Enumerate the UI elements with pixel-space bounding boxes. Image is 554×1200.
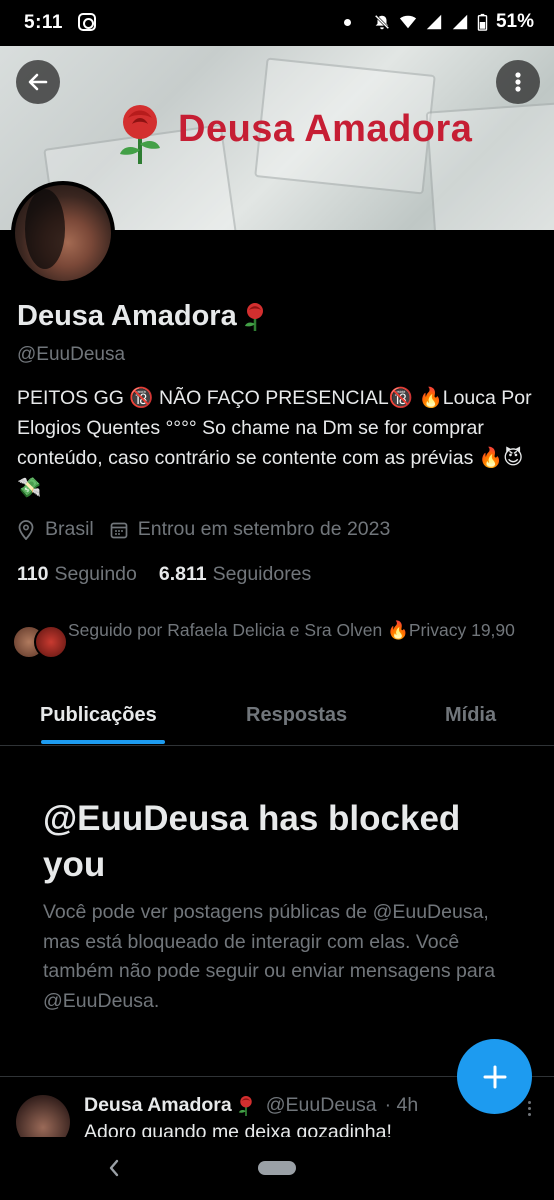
back-button[interactable] <box>16 60 60 104</box>
arrow-left-icon <box>28 73 48 91</box>
more-options-button[interactable] <box>496 60 540 104</box>
rose-icon <box>238 1095 252 1116</box>
avatar <box>34 625 68 659</box>
signal-icon-2 <box>452 14 468 30</box>
followers-label: Seguidores <box>212 563 312 585</box>
followed-by[interactable]: Seguido por Rafaela Delicia e Sra Olven … <box>12 617 538 661</box>
nav-home-pill[interactable] <box>258 1161 296 1175</box>
location-pin-icon <box>18 519 34 540</box>
mute-icon <box>374 14 390 30</box>
avatar <box>16 1095 70 1137</box>
followed-by-text: Seguido por Rafaela Delicia e Sra Olven … <box>68 620 515 640</box>
system-nav-bar <box>0 1137 554 1200</box>
battery-percent: 51% <box>495 11 534 32</box>
followers-count: 6.811 <box>158 563 207 585</box>
tab-respostas[interactable]: Respostas <box>246 704 347 727</box>
rose-icon <box>244 302 263 331</box>
wifi-icon <box>399 15 417 29</box>
profile-bio: PEITOS GG 🔞 NÃO FAÇO PRESENCIAL🔞 🔥Louca … <box>17 387 532 499</box>
tab-midia[interactable]: Mídia <box>445 704 496 727</box>
blocked-title: @EuuDeusa has blocked you <box>43 799 461 884</box>
join-date-text: Entrou em setembro de 2023 <box>137 518 391 540</box>
status-time: 5:11 <box>24 12 63 33</box>
tweet-author-name: Deusa Amadora <box>84 1094 232 1116</box>
compose-button[interactable] <box>457 1039 532 1114</box>
tweet-text: Adoro quando me deixa gozadinha! <box>84 1121 392 1137</box>
profile-tabs: Publicações Respostas Mídia <box>0 690 554 746</box>
battery-icon <box>477 13 488 31</box>
active-tab-indicator <box>41 740 165 744</box>
following-label: Seguindo <box>54 563 137 585</box>
tweet-time: · 4h <box>384 1094 419 1116</box>
instagram-icon <box>78 13 96 31</box>
tweet-header: Deusa Amadora @EuuDeusa · 4h <box>84 1094 418 1117</box>
profile-name: Deusa Amadora <box>17 300 269 333</box>
tweet-more-button[interactable] <box>528 1101 532 1119</box>
tweet-author-handle: @EuuDeusa <box>265 1094 377 1116</box>
blocked-message: Você pode ver postagens públicas de @Euu… <box>43 901 496 1012</box>
tab-publicacoes[interactable]: Publicações <box>40 704 157 727</box>
profile-name-text: Deusa Amadora <box>17 300 237 332</box>
location: Brasil <box>17 518 94 541</box>
signal-icon <box>426 14 442 30</box>
calendar-icon <box>110 522 128 538</box>
status-bar: 5:11 51% <box>0 0 554 46</box>
rose-icon <box>120 105 160 164</box>
profile-avatar[interactable] <box>11 181 115 285</box>
nav-back-icon[interactable] <box>104 1156 124 1180</box>
notification-dot-icon <box>343 18 351 26</box>
profile-handle: @EuuDeusa <box>17 344 126 365</box>
follow-counts: 110 Seguindo 6.811 Seguidores <box>17 563 311 586</box>
plus-icon <box>483 1065 506 1088</box>
following-count: 110 <box>17 563 49 585</box>
status-icons: 51% <box>343 11 534 33</box>
banner-title: Deusa Amadora <box>178 108 473 150</box>
mutual-avatars <box>12 625 68 661</box>
more-vertical-icon <box>515 72 521 92</box>
join-date: Entrou em setembro de 2023 <box>110 518 391 541</box>
following-link[interactable]: 110 Seguindo <box>17 563 137 586</box>
followers-link[interactable]: 6.811 Seguidores <box>159 563 311 586</box>
profile-meta: Brasil Entrou em setembro de 2023 <box>17 518 406 541</box>
location-text: Brasil <box>45 518 94 540</box>
